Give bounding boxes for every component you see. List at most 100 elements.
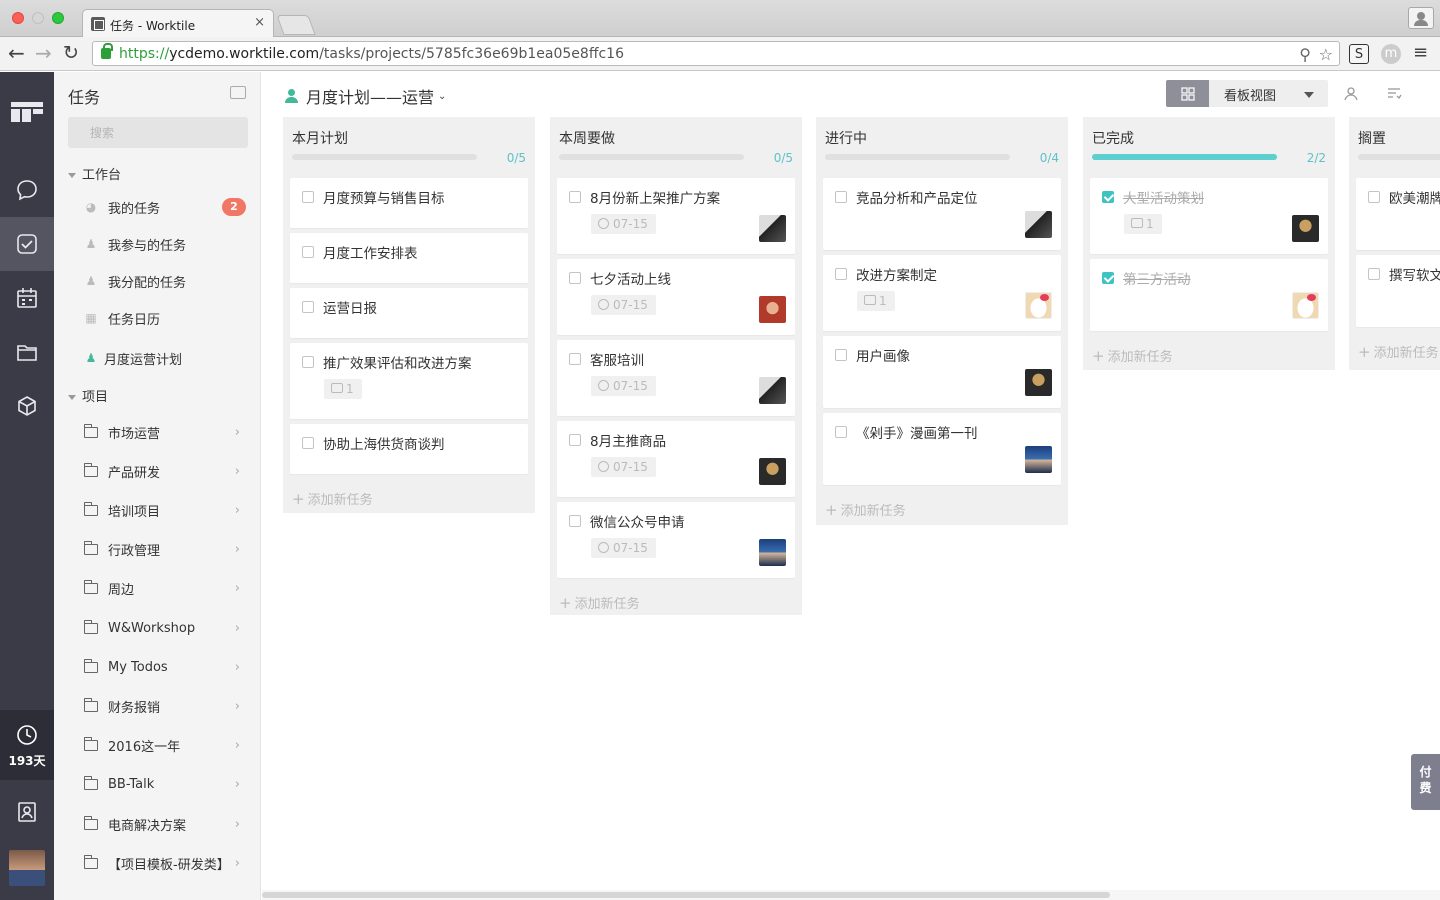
dashboard-icon[interactable]: [0, 85, 54, 139]
sidebar-item-project[interactable]: 产品研发 ›: [84, 459, 254, 483]
add-task-button[interactable]: + 添加新任务: [1092, 346, 1173, 365]
assignee-avatar[interactable]: [759, 215, 786, 242]
task-card[interactable]: 欧美潮牌: [1356, 178, 1440, 250]
column-title[interactable]: 本月计划: [292, 128, 348, 148]
window-zoom-button[interactable]: [52, 12, 64, 24]
task-checkbox[interactable]: [835, 426, 847, 438]
browser-tab[interactable]: 任务 - Worktile ×: [82, 9, 274, 37]
assignee-avatar[interactable]: [759, 458, 786, 485]
browser-profile-icon[interactable]: [1408, 7, 1434, 29]
task-checkbox[interactable]: [1368, 191, 1380, 203]
task-checkbox[interactable]: [1102, 272, 1114, 284]
nav-item-my-tasks[interactable]: ◕ 我的任务 2: [84, 195, 254, 219]
contacts-icon[interactable]: [0, 785, 54, 839]
assignee-avatar[interactable]: [1025, 211, 1052, 238]
task-card[interactable]: 月度工作安排表: [290, 233, 528, 283]
task-checkbox[interactable]: [835, 268, 847, 280]
task-card[interactable]: 竞品分析和产品定位: [823, 178, 1061, 250]
sidebar-item-project[interactable]: 周边 ›: [84, 577, 254, 601]
nav-item-participated-tasks[interactable]: ♟ 我参与的任务: [84, 232, 254, 256]
assignee-avatar[interactable]: [759, 377, 786, 404]
assignee-avatar[interactable]: [759, 539, 786, 566]
add-task-button[interactable]: + 添加新任务: [559, 593, 640, 612]
assignee-avatar[interactable]: [1025, 446, 1052, 473]
folder-icon[interactable]: [0, 325, 54, 379]
task-card[interactable]: 月度预算与销售目标: [290, 178, 528, 228]
task-card[interactable]: 协助上海供货商谈判: [290, 424, 528, 474]
task-card[interactable]: 七夕活动上线 07-15: [557, 259, 795, 335]
workbench-section[interactable]: 工作台: [68, 164, 121, 183]
forward-arrow-icon[interactable]: →: [35, 43, 52, 63]
address-bar[interactable]: https://ycdemo.worktile.com/tasks/projec…: [92, 41, 1340, 66]
board-view-button[interactable]: [1166, 80, 1209, 107]
sidebar-item-project[interactable]: My Todos ›: [84, 655, 254, 679]
column-title[interactable]: 搁置: [1358, 128, 1386, 148]
trial-days-indicator[interactable]: 193天: [0, 710, 54, 780]
assignee-avatar[interactable]: [759, 296, 786, 323]
task-checkbox[interactable]: [302, 356, 314, 368]
nav-search-input[interactable]: [68, 117, 248, 148]
back-arrow-icon[interactable]: ←: [8, 43, 25, 63]
sidebar-item-project[interactable]: BB-Talk ›: [84, 773, 254, 797]
task-checkbox[interactable]: [302, 437, 314, 449]
extension-m-icon[interactable]: m: [1381, 44, 1401, 64]
column-title[interactable]: 本周要做: [559, 128, 615, 148]
window-minimize-button[interactable]: [32, 12, 44, 24]
scrollbar-thumb[interactable]: [262, 892, 1110, 898]
nav-item-current-project[interactable]: ♟ 月度运营计划: [84, 346, 254, 370]
view-switcher[interactable]: 看板视图: [1166, 80, 1328, 107]
task-card[interactable]: 客服培训 07-15: [557, 340, 795, 416]
sidebar-item-project[interactable]: 行政管理 ›: [84, 538, 254, 562]
sidebar-item-project[interactable]: W&Workshop ›: [84, 616, 254, 640]
add-task-button[interactable]: + 添加新任务: [1358, 342, 1439, 361]
column-title[interactable]: 已完成: [1092, 128, 1134, 148]
members-icon[interactable]: [1343, 86, 1359, 106]
url-text[interactable]: https://ycdemo.worktile.com/tasks/projec…: [119, 46, 624, 62]
sidebar-item-project[interactable]: 市场运营 ›: [84, 420, 254, 444]
task-card[interactable]: 改进方案制定 1: [823, 255, 1061, 331]
add-task-button[interactable]: + 添加新任务: [292, 489, 373, 508]
task-card[interactable]: 《剁手》漫画第一刊: [823, 413, 1061, 485]
task-card[interactable]: 用户画像: [823, 336, 1061, 408]
task-checkbox[interactable]: [1368, 268, 1380, 280]
sidebar-item-project[interactable]: 电商解决方案 ›: [84, 812, 254, 836]
new-tab-button[interactable]: [276, 15, 316, 35]
task-card[interactable]: 运营日报: [290, 288, 528, 338]
task-checkbox[interactable]: [835, 349, 847, 361]
nav-item-assigned-tasks[interactable]: ♟ 我分配的任务: [84, 269, 254, 293]
window-close-button[interactable]: [12, 12, 24, 24]
assignee-avatar[interactable]: [1025, 369, 1052, 396]
task-checkbox[interactable]: [569, 434, 581, 446]
assignee-avatar[interactable]: [1292, 215, 1319, 242]
tab-close-icon[interactable]: ×: [254, 15, 265, 30]
projects-section[interactable]: 项目: [68, 386, 108, 405]
inbox-icon[interactable]: [230, 86, 246, 99]
task-checkbox[interactable]: [569, 272, 581, 284]
task-card[interactable]: 第三方活动: [1090, 259, 1328, 331]
task-checkbox[interactable]: [569, 515, 581, 527]
pay-button[interactable]: 付费: [1411, 754, 1440, 810]
extension-s-icon[interactable]: S: [1349, 44, 1369, 64]
reload-icon[interactable]: ↻: [63, 43, 79, 63]
task-card[interactable]: 8月主推商品 07-15: [557, 421, 795, 497]
sidebar-item-project[interactable]: 【项目模板-研发类】 ›: [84, 851, 254, 875]
assignee-avatar[interactable]: [1025, 292, 1052, 319]
box-icon[interactable]: [0, 379, 54, 433]
add-task-button[interactable]: + 添加新任务: [825, 500, 906, 519]
column-title[interactable]: 进行中: [825, 128, 867, 148]
task-card[interactable]: 推广效果评估和改进方案 1: [290, 343, 528, 419]
chat-icon[interactable]: [0, 163, 54, 217]
sidebar-item-project[interactable]: 财务报销 ›: [84, 694, 254, 718]
board-horizontal-scrollbar[interactable]: [262, 890, 1440, 900]
user-avatar[interactable]: [9, 850, 45, 886]
task-checkbox[interactable]: [569, 191, 581, 203]
task-checkbox[interactable]: [302, 191, 314, 203]
assignee-avatar[interactable]: [1292, 292, 1319, 319]
task-checkbox[interactable]: [302, 301, 314, 313]
calendar-icon[interactable]: [0, 271, 54, 325]
browser-menu-icon[interactable]: ≡: [1413, 43, 1428, 63]
task-checkbox[interactable]: [1102, 191, 1114, 203]
task-checkbox[interactable]: [569, 353, 581, 365]
nav-item-task-calendar[interactable]: ▦ 任务日历: [84, 306, 254, 330]
task-card[interactable]: 8月份新上架推广方案 07-15: [557, 178, 795, 254]
